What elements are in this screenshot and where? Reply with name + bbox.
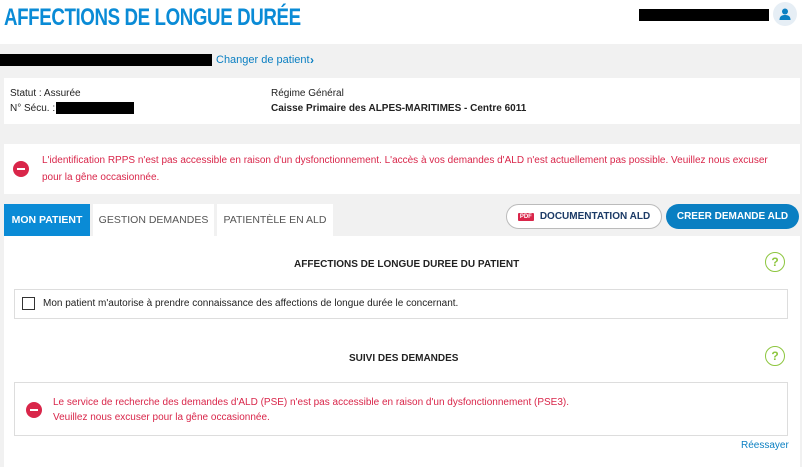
redacted-patient-name xyxy=(0,54,212,66)
patient-info-panel: Statut : Assurée N° Sécu. : Régime Génér… xyxy=(4,78,800,124)
pse-error-alert: Le service de recherche des demandes d'A… xyxy=(14,382,788,436)
caisse-label: Caisse Primaire des ALPES-MARITIMES - Ce… xyxy=(271,103,527,114)
regime-label: Régime Général xyxy=(271,88,344,99)
consent-text: Mon patient m'autorise à prendre connais… xyxy=(43,298,459,309)
redacted-secu-number xyxy=(56,102,134,114)
status-label: Statut : Assurée xyxy=(10,88,81,99)
pse-alert-line-1: Le service de recherche des demandes d'A… xyxy=(53,397,570,408)
error-icon xyxy=(13,161,29,177)
retry-link[interactable]: Réessayer xyxy=(741,440,789,451)
help-icon[interactable]: ? xyxy=(765,252,785,272)
chevron-right-icon[interactable]: › xyxy=(310,53,314,67)
app-header: AFFECTIONS DE LONGUE DURÉE xyxy=(0,0,802,44)
tab-mon-patient[interactable]: MON PATIENT xyxy=(4,204,90,236)
error-icon xyxy=(26,402,42,418)
pdf-icon: PDF xyxy=(517,212,534,221)
documentation-ald-label: DOCUMENTATION ALD xyxy=(539,211,651,222)
tab-gestion-demandes[interactable]: GESTION DEMANDES xyxy=(93,204,214,236)
rpps-alert-line-2: pour la gêne occasionnée. xyxy=(42,172,160,183)
documentation-ald-button[interactable]: PDF DOCUMENTATION ALD xyxy=(506,204,662,229)
user-avatar[interactable] xyxy=(773,2,797,26)
rpps-alert-line-1: L'identification RPPS n'est pas accessib… xyxy=(42,155,768,166)
rpps-error-alert: L'identification RPPS n'est pas accessib… xyxy=(4,144,800,194)
suivi-section-title: SUIVI DES DEMANDES xyxy=(349,353,459,364)
tab-patientele-ald[interactable]: PATIENTÈLE EN ALD xyxy=(217,204,333,236)
change-patient-link[interactable]: Changer de patient xyxy=(216,54,310,66)
ald-section-title: AFFECTIONS DE LONGUE DUREE DU PATIENT xyxy=(294,259,520,270)
app-title: AFFECTIONS DE LONGUE DURÉE xyxy=(4,4,301,31)
help-icon[interactable]: ? xyxy=(765,346,785,366)
redacted-user-name xyxy=(639,9,769,21)
secu-label: N° Sécu. : xyxy=(10,103,56,114)
create-ald-request-button[interactable]: CREER DEMANDE ALD xyxy=(666,204,799,229)
consent-checkbox[interactable] xyxy=(22,297,35,310)
user-icon xyxy=(779,8,791,20)
pse-alert-line-2: Veuillez nous excuser pour la gêne occas… xyxy=(53,412,270,423)
